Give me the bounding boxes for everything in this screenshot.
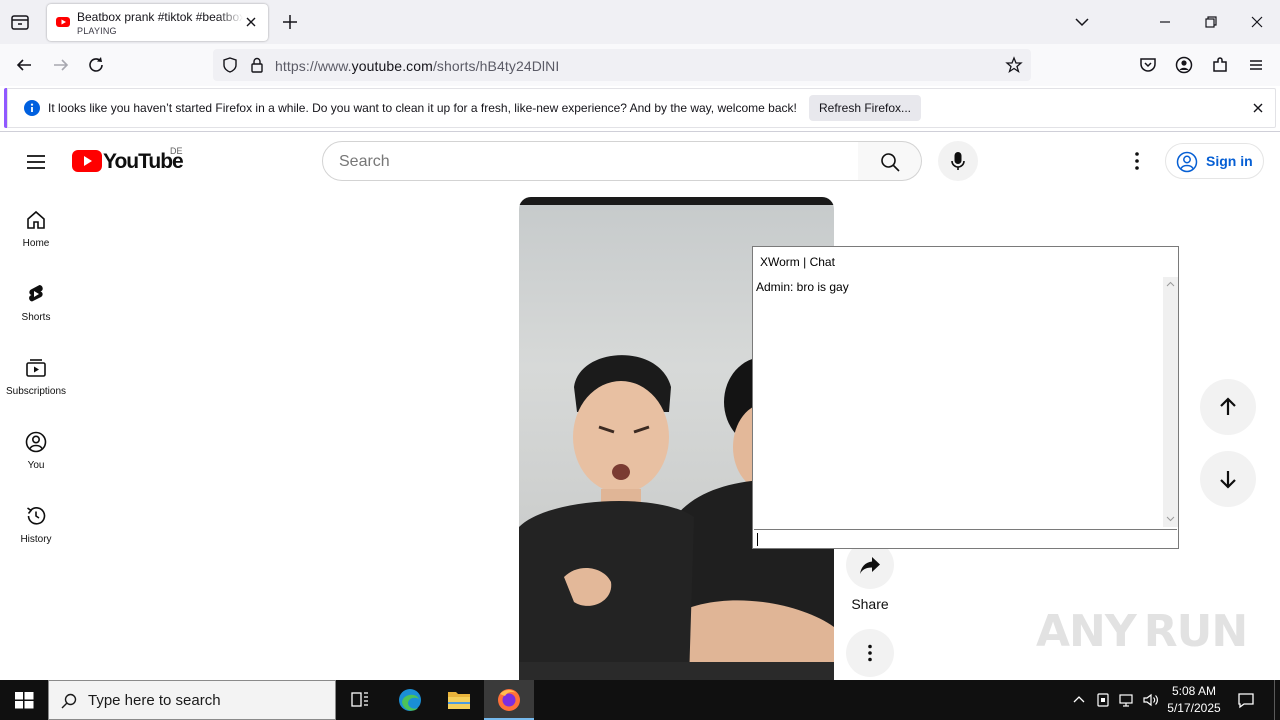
guide-label-history: History (20, 534, 52, 545)
chat-scrollbar[interactable] (1163, 277, 1178, 527)
browser-navigation-bar: https://www.youtube.com/shorts/hB4ty24Dl… (0, 44, 1280, 86)
app-menu-icon[interactable] (1245, 54, 1267, 76)
youtube-play-logo-icon (72, 150, 102, 172)
shorts-icon (29, 285, 43, 302)
taskbar-search-box[interactable]: Type here to search (48, 680, 336, 720)
anyrun-watermark-logo: ANY RUN (1036, 606, 1248, 657)
taskbar-search-icon (61, 693, 77, 709)
reload-icon[interactable] (85, 54, 107, 76)
search-box (322, 141, 859, 181)
taskbar-clock[interactable]: 5:08 AM 5/17/2025 (1160, 683, 1228, 717)
back-icon[interactable] (13, 54, 35, 76)
previous-short-button[interactable] (1200, 379, 1256, 435)
volume-icon[interactable] (1142, 691, 1160, 709)
guide-item-shorts[interactable]: Shorts (4, 282, 68, 338)
microphone-icon (951, 152, 965, 170)
refresh-firefox-button[interactable]: Refresh Firefox... (809, 95, 921, 121)
clock-time: 5:08 AM (1171, 684, 1217, 698)
new-tab-icon[interactable] (280, 12, 300, 32)
windows-start-icon[interactable] (0, 680, 48, 720)
arrow-down-icon (1220, 471, 1236, 489)
chat-message-log: Admin: bro is gay (754, 277, 1164, 527)
account-icon[interactable] (1173, 54, 1195, 76)
home-icon (27, 210, 45, 229)
url-text[interactable]: https://www.youtube.com/shorts/hB4ty24Dl… (275, 58, 559, 74)
guide-label-home: Home (22, 238, 50, 249)
guide-item-subscriptions[interactable]: Subscriptions (4, 356, 68, 412)
tab-title: Beatbox prank #tiktok #beatbox (77, 10, 243, 24)
sign-in-label: Sign in (1206, 153, 1253, 169)
you-icon (25, 431, 47, 453)
search-icon (881, 153, 900, 172)
show-desktop-button[interactable] (1274, 680, 1280, 720)
windows-taskbar: Type here to search 5:08 AM 5/17/2025 (0, 680, 1280, 720)
more-actions-button[interactable] (846, 629, 894, 677)
action-center-icon[interactable] (1236, 690, 1256, 710)
search-button[interactable] (858, 141, 922, 181)
close-tab-icon[interactable] (243, 14, 259, 30)
chrome-divider (0, 131, 1280, 132)
next-short-button[interactable] (1200, 451, 1256, 507)
clock-date: 5/17/2025 (1167, 701, 1221, 715)
chat-window-title: XWorm | Chat (760, 255, 835, 269)
close-window-icon[interactable] (1247, 12, 1267, 32)
tray-app-icon[interactable] (1094, 691, 1112, 709)
voice-search-button[interactable] (938, 141, 978, 181)
address-bar[interactable]: https://www.youtube.com/shorts/hB4ty24Dl… (213, 49, 1031, 81)
task-view-icon[interactable] (336, 680, 384, 720)
file-explorer-icon[interactable] (435, 680, 483, 720)
guide-item-home[interactable]: Home (4, 208, 68, 264)
scroll-down-icon[interactable] (1166, 516, 1175, 522)
extensions-icon[interactable] (1209, 54, 1231, 76)
share-arrow-icon (860, 557, 880, 574)
country-code: DE (170, 146, 183, 156)
history-icon (27, 507, 46, 525)
chat-message-input[interactable] (754, 529, 1177, 548)
guide-label-shorts: Shorts (21, 312, 51, 323)
guide-item-you[interactable]: You (4, 430, 68, 486)
scroll-up-icon[interactable] (1166, 281, 1175, 287)
bookmark-star-icon[interactable] (1005, 56, 1023, 74)
search-input[interactable] (339, 151, 839, 173)
close-notification-icon[interactable] (1251, 101, 1265, 115)
taskbar-search-placeholder: Type here to search (88, 692, 221, 709)
notification-message: It looks like you haven’t started Firefo… (48, 101, 797, 115)
minimize-icon[interactable] (1155, 12, 1175, 32)
network-icon[interactable] (1118, 691, 1136, 709)
arrow-up-icon (1220, 397, 1236, 415)
guide-item-history[interactable]: History (4, 504, 68, 560)
tab-playing-status: PLAYING (77, 26, 117, 36)
youtube-favicon-icon (56, 17, 70, 27)
list-all-tabs-icon[interactable] (1072, 12, 1092, 32)
subscriptions-icon (26, 359, 46, 377)
guide-label-you: You (27, 460, 45, 471)
tracking-protection-shield-icon[interactable] (221, 56, 239, 74)
pocket-icon[interactable] (1137, 54, 1159, 76)
browser-tab-bar: Beatbox prank #tiktok #beatbox PLAYING (0, 0, 1280, 44)
account-circle-icon (1176, 151, 1198, 173)
settings-kebab-icon[interactable] (1125, 149, 1149, 173)
lock-icon[interactable] (249, 56, 265, 74)
forward-icon[interactable] (50, 54, 72, 76)
chat-message: Admin: bro is gay (756, 280, 849, 294)
xworm-chat-window: XWorm | Chat Admin: bro is gay (752, 246, 1179, 549)
guide-label-subscriptions: Subscriptions (5, 386, 67, 397)
firefox-notification-bar: It looks like you haven’t started Firefo… (4, 88, 1276, 128)
firefox-view-icon[interactable] (8, 10, 32, 34)
hamburger-menu-icon[interactable] (24, 150, 48, 174)
edge-browser-icon[interactable] (386, 680, 434, 720)
firefox-icon[interactable] (485, 680, 533, 720)
browser-tab-active[interactable]: Beatbox prank #tiktok #beatbox PLAYING (47, 4, 268, 41)
restore-icon[interactable] (1201, 12, 1221, 32)
share-label: Share (851, 596, 889, 612)
info-icon (24, 100, 40, 116)
sign-in-button[interactable]: Sign in (1165, 143, 1264, 179)
text-caret (757, 533, 758, 546)
more-vertical-icon (868, 644, 872, 662)
show-hidden-icons-chevron-icon[interactable] (1070, 691, 1088, 709)
